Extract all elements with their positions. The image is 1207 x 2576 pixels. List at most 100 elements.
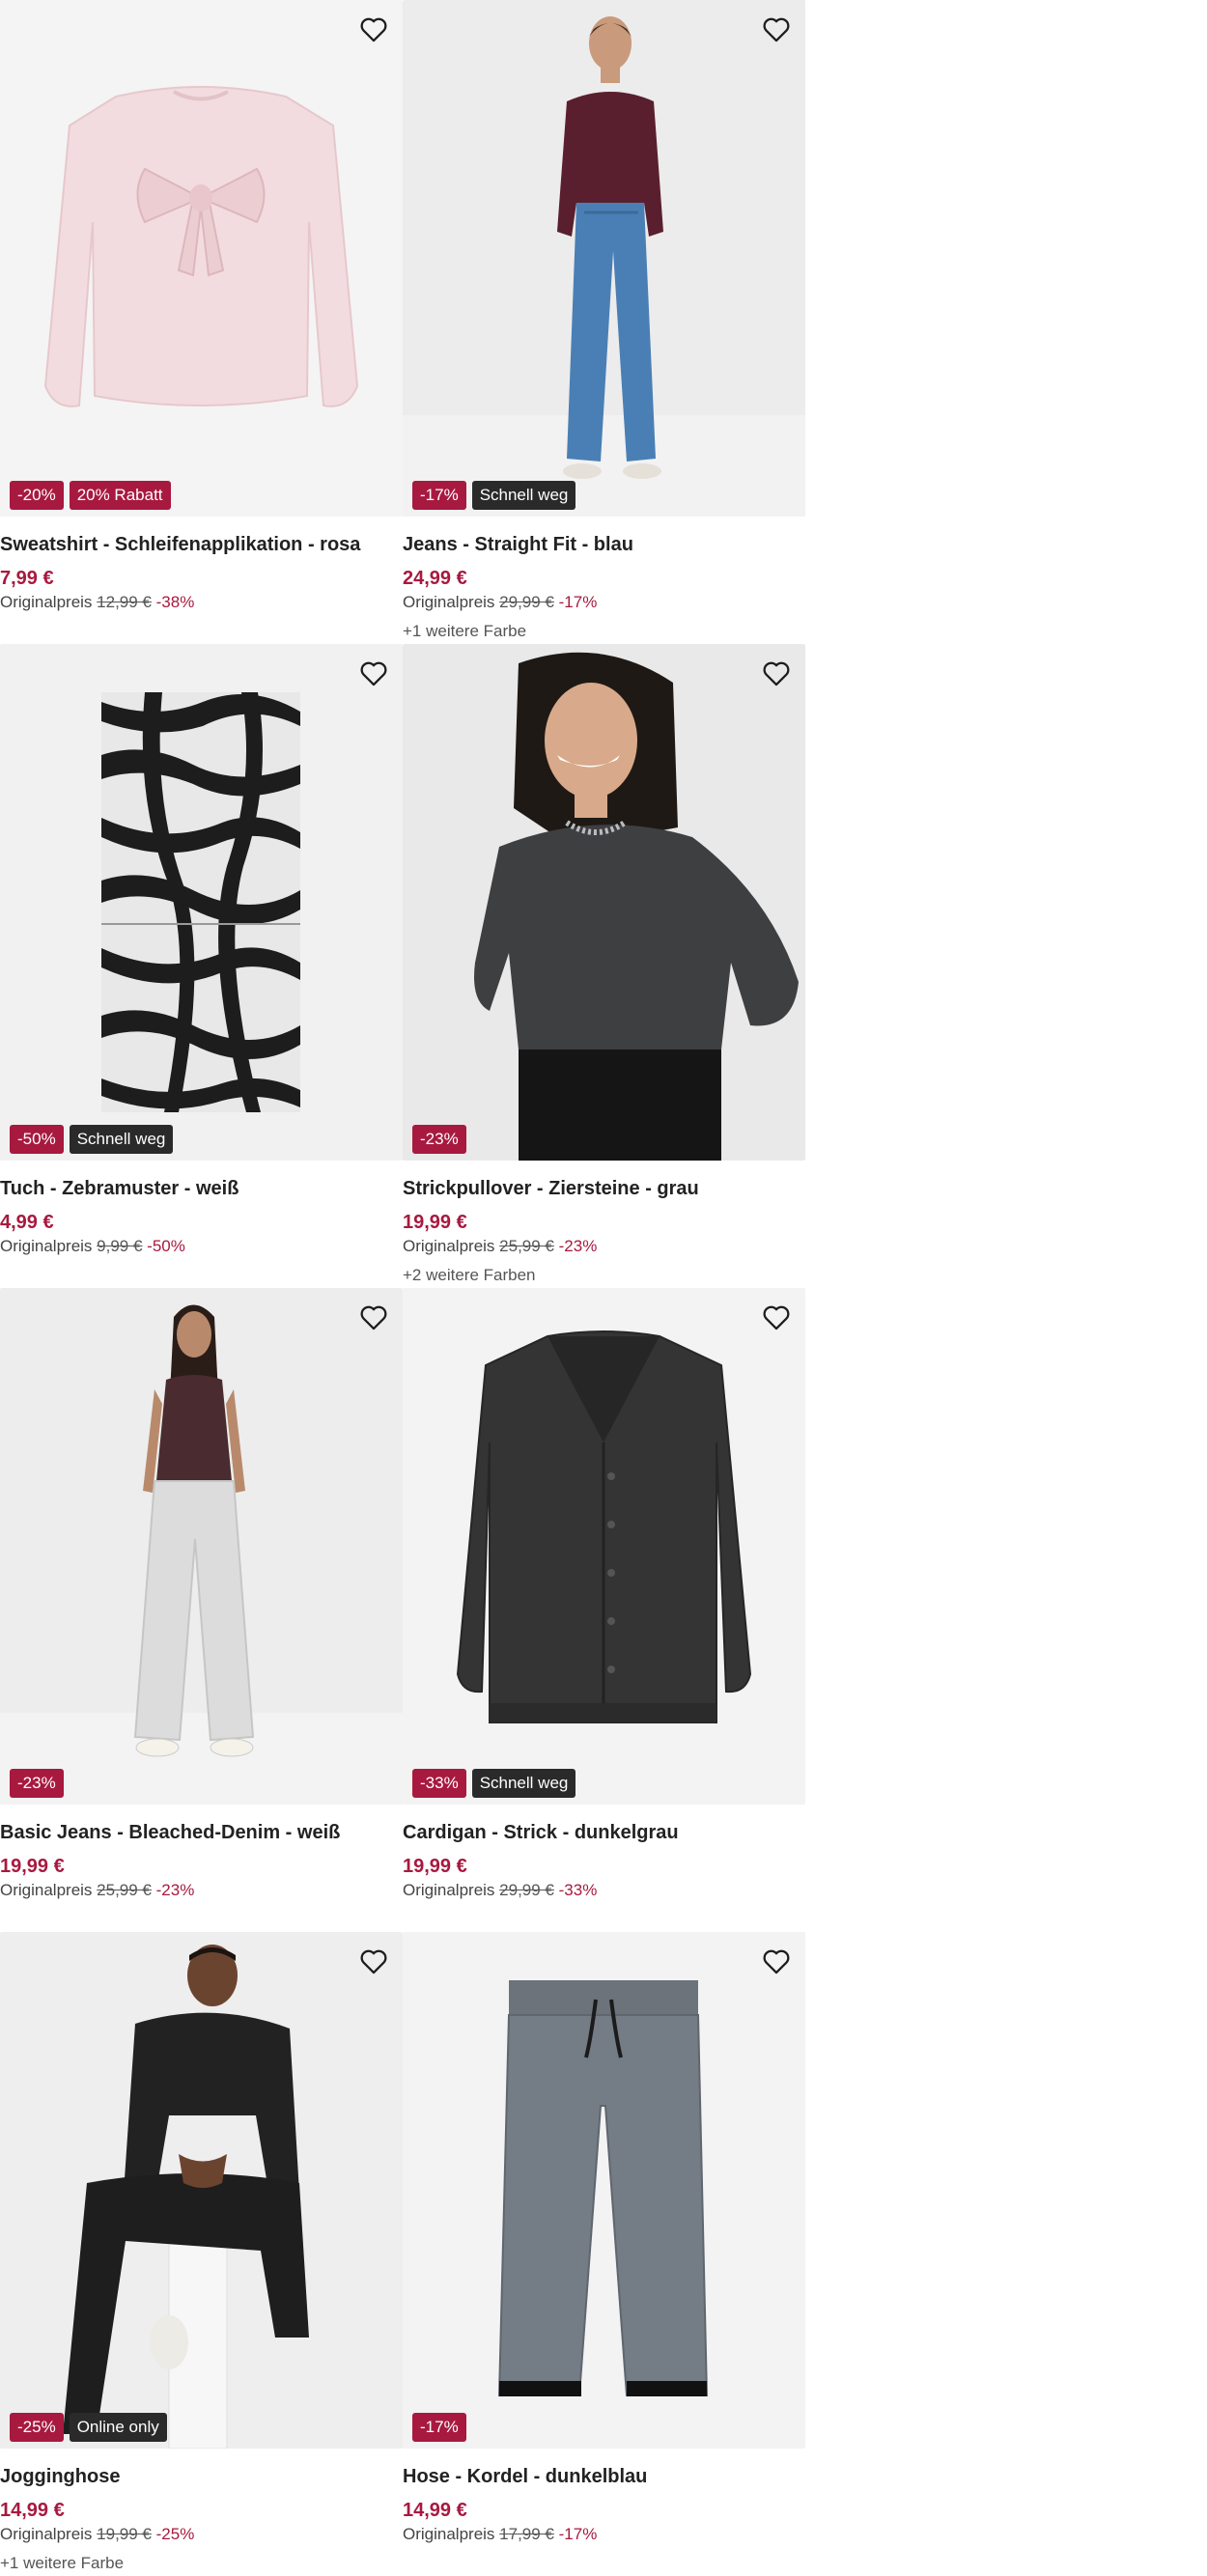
- original-price-label: Originalpreis: [0, 593, 93, 611]
- status-badge: Schnell weg: [471, 1769, 576, 1798]
- discount-percent: -23%: [558, 1237, 598, 1255]
- original-price-label: Originalpreis: [403, 1881, 495, 1899]
- white-jeans-model-image: [0, 1288, 403, 1805]
- product-title[interactable]: Basic Jeans - Bleached-Denim - weiß: [0, 1822, 340, 1844]
- badge-list: -25% Online only: [10, 2413, 167, 2442]
- product-title[interactable]: Cardigan - Strick - dunkelgrau: [403, 1822, 679, 1844]
- discount-badge: -50%: [10, 1125, 64, 1154]
- badge-list: -50% Schnell weg: [10, 1125, 174, 1154]
- original-price-line: Originalpreis 29,99 € -33%: [403, 1881, 597, 1900]
- badge-list: -23%: [412, 1125, 466, 1154]
- original-price-label: Originalpreis: [403, 2525, 495, 2543]
- product-image[interactable]: -17%: [403, 1932, 805, 2449]
- cord-pants-image: [403, 1932, 805, 2449]
- jeans-model-image: [403, 0, 805, 517]
- discount-percent: -50%: [147, 1237, 185, 1255]
- favorite-button[interactable]: [354, 654, 393, 692]
- cardigan-image: [403, 1288, 805, 1805]
- heart-outline-icon: [360, 17, 387, 42]
- product-card[interactable]: -33% Schnell weg Cardigan - Strick - dun…: [403, 1288, 805, 1932]
- more-colors-link[interactable]: +1 weitere Farbe: [0, 2554, 124, 2573]
- heart-outline-icon: [763, 1949, 790, 1974]
- jogging-pants-model-image: [0, 1932, 403, 2449]
- discount-badge: -23%: [412, 1125, 466, 1154]
- product-price: 19,99 €: [403, 1212, 467, 1233]
- heart-outline-icon: [360, 1949, 387, 1974]
- more-colors-link[interactable]: +2 weitere Farben: [403, 1266, 536, 1285]
- original-price-line: Originalpreis 25,99 € -23%: [403, 1237, 597, 1256]
- product-card[interactable]: -17% Schnell weg Jeans - Straight Fit - …: [403, 0, 805, 644]
- original-price: 25,99 €: [97, 1881, 152, 1899]
- discount-badge: -17%: [412, 2413, 466, 2442]
- product-card[interactable]: -17% Hose - Kordel - dunkelblau 14,99 € …: [403, 1932, 805, 2576]
- discount-badge: -25%: [10, 2413, 64, 2442]
- original-price-label: Originalpreis: [0, 1881, 93, 1899]
- original-price-label: Originalpreis: [0, 2525, 93, 2543]
- product-title[interactable]: Sweatshirt - Schleifenapplikation - rosa: [0, 534, 360, 556]
- product-title[interactable]: Hose - Kordel - dunkelblau: [403, 2466, 647, 2488]
- discount-percent: -17%: [558, 593, 598, 611]
- discount-percent: -33%: [558, 1881, 598, 1899]
- product-image[interactable]: -23%: [0, 1288, 403, 1805]
- product-price: 19,99 €: [403, 1856, 467, 1877]
- favorite-button[interactable]: [757, 654, 796, 692]
- product-image[interactable]: -50% Schnell weg: [0, 644, 403, 1161]
- product-card[interactable]: -20% 20% Rabatt Sweatshirt - Schleifenap…: [0, 0, 403, 644]
- product-image[interactable]: -23%: [403, 644, 805, 1161]
- original-price: 29,99 €: [499, 593, 554, 611]
- product-image[interactable]: -17% Schnell weg: [403, 0, 805, 517]
- heart-outline-icon: [360, 661, 387, 686]
- original-price-line: Originalpreis 9,99 € -50%: [0, 1237, 185, 1256]
- product-card[interactable]: -50% Schnell weg Tuch - Zebramuster - we…: [0, 644, 403, 1288]
- discount-percent: -25%: [155, 2525, 195, 2543]
- heart-outline-icon: [360, 1305, 387, 1330]
- heart-outline-icon: [763, 1305, 790, 1330]
- original-price-label: Originalpreis: [403, 1237, 495, 1255]
- discount-badge: -33%: [412, 1769, 466, 1798]
- product-title[interactable]: Tuch - Zebramuster - weiß: [0, 1178, 239, 1200]
- original-price-label: Originalpreis: [0, 1237, 93, 1255]
- product-image[interactable]: -33% Schnell weg: [403, 1288, 805, 1805]
- product-card[interactable]: -23% Basic Jeans - Bleached-Denim - weiß…: [0, 1288, 403, 1932]
- favorite-button[interactable]: [354, 1298, 393, 1336]
- badge-list: -33% Schnell weg: [412, 1769, 576, 1798]
- sweatshirt-image: [0, 0, 403, 517]
- discount-badge: -17%: [412, 481, 466, 510]
- original-price-line: Originalpreis 25,99 € -23%: [0, 1881, 194, 1900]
- product-card[interactable]: -25% Online only Jogginghose 14,99 € Ori…: [0, 1932, 403, 2576]
- heart-outline-icon: [763, 17, 790, 42]
- product-title[interactable]: Jogginghose: [0, 2466, 120, 2488]
- original-price: 9,99 €: [97, 1237, 143, 1255]
- badge-list: -17% Schnell weg: [412, 481, 576, 510]
- discount-percent: -38%: [155, 593, 195, 611]
- original-price: 17,99 €: [499, 2525, 554, 2543]
- product-price: 24,99 €: [403, 568, 467, 589]
- original-price-line: Originalpreis 12,99 € -38%: [0, 593, 194, 612]
- status-badge: Online only: [69, 2413, 167, 2442]
- zebra-scarf-image: [0, 644, 403, 1161]
- product-image[interactable]: -20% 20% Rabatt: [0, 0, 403, 517]
- product-title[interactable]: Jeans - Straight Fit - blau: [403, 534, 633, 556]
- product-price: 4,99 €: [0, 1212, 54, 1233]
- favorite-button[interactable]: [757, 1942, 796, 1980]
- product-price: 14,99 €: [403, 2500, 467, 2521]
- badge-list: -20% 20% Rabatt: [10, 481, 171, 510]
- favorite-button[interactable]: [354, 10, 393, 48]
- discount-badge: -23%: [10, 1769, 64, 1798]
- more-colors-link[interactable]: +1 weitere Farbe: [403, 622, 526, 641]
- status-badge: Schnell weg: [471, 481, 576, 510]
- favorite-button[interactable]: [757, 1298, 796, 1336]
- original-price: 12,99 €: [97, 593, 152, 611]
- favorite-button[interactable]: [354, 1942, 393, 1980]
- product-card[interactable]: -23% Strickpullover - Ziersteine - grau …: [403, 644, 805, 1288]
- original-price: 19,99 €: [97, 2525, 152, 2543]
- heart-outline-icon: [763, 661, 790, 686]
- discount-percent: -23%: [155, 1881, 195, 1899]
- product-image[interactable]: -25% Online only: [0, 1932, 403, 2449]
- product-price: 19,99 €: [0, 1856, 65, 1877]
- product-price: 7,99 €: [0, 568, 54, 589]
- promo-badge: 20% Rabatt: [69, 481, 171, 510]
- favorite-button[interactable]: [757, 10, 796, 48]
- product-title[interactable]: Strickpullover - Ziersteine - grau: [403, 1178, 699, 1200]
- badge-list: -23%: [10, 1769, 64, 1798]
